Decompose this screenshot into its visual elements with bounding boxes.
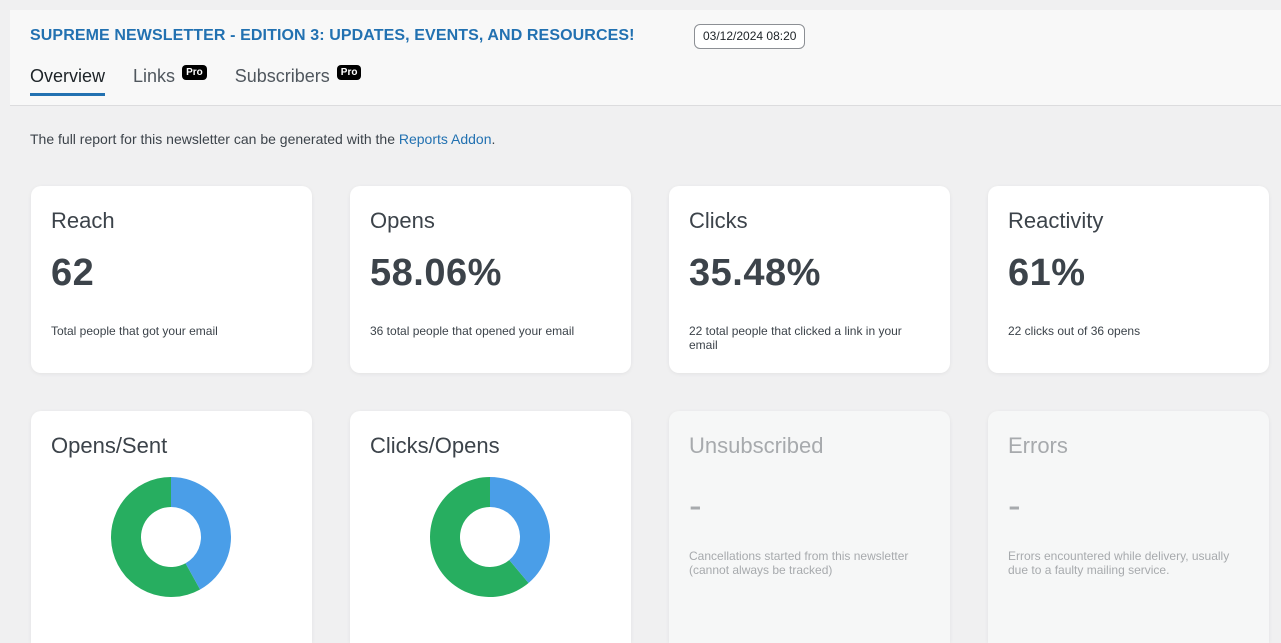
reach-value: 62 <box>51 252 95 294</box>
errors-value: - <box>1008 485 1022 527</box>
opens-sent-card: Opens/Sent <box>31 411 312 643</box>
pro-badge: Pro <box>336 65 362 80</box>
newsletter-title: SUPREME NEWSLETTER - EDITION 3: UPDATES,… <box>30 27 635 44</box>
opens-label: Opens <box>370 208 435 233</box>
unsubscribed-value: - <box>689 485 703 527</box>
reach-label: Reach <box>51 208 115 233</box>
reach-card: Reach 62 Total people that got your emai… <box>31 186 312 373</box>
opens-sent-donut <box>111 477 231 597</box>
date-badge: 03/12/2024 08:20 <box>694 24 806 49</box>
unsubscribed-card: Unsubscribed - Cancellations started fro… <box>669 411 950 643</box>
reactivity-desc: 22 clicks out of 36 opens <box>1008 324 1141 338</box>
notice-text: The full report for this newsletter can … <box>30 131 399 147</box>
tab-bar: Overview Links Pro Subscribers Pro <box>30 65 389 96</box>
reach-desc: Total people that got your email <box>51 324 218 338</box>
tab-subscribers[interactable]: Subscribers Pro <box>234 65 362 96</box>
tab-subscribers-label: Subscribers <box>234 66 330 86</box>
clicks-desc: 22 total people that clicked a link in y… <box>689 324 902 352</box>
reactivity-value: 61% <box>1008 252 1086 294</box>
opens-sent-label: Opens/Sent <box>51 433 168 458</box>
pro-badge: Pro <box>182 65 207 80</box>
clicks-opens-card: Clicks/Opens <box>350 411 631 643</box>
clicks-value: 35.48% <box>689 252 821 294</box>
clicks-label: Clicks <box>689 208 748 233</box>
reports-addon-link[interactable]: Reports Addon <box>399 131 492 147</box>
unsubscribed-desc: Cancellations started from this newslett… <box>689 549 909 577</box>
page-header: SUPREME NEWSLETTER - EDITION 3: UPDATES,… <box>10 10 1281 106</box>
reactivity-card: Reactivity 61% 22 clicks out of 36 opens <box>988 186 1269 373</box>
opens-card: Opens 58.06% 36 total people that opened… <box>350 186 631 373</box>
tab-overview[interactable]: Overview <box>30 66 106 96</box>
opens-desc: 36 total people that opened your email <box>370 324 575 338</box>
errors-desc: Errors encountered while delivery, usual… <box>1008 549 1230 577</box>
notice-suffix: . <box>491 131 496 147</box>
tab-links[interactable]: Links Pro <box>133 65 207 96</box>
opens-value: 58.06% <box>370 252 502 294</box>
errors-label: Errors <box>1008 433 1068 458</box>
tab-links-label: Links <box>133 66 176 86</box>
tab-overview-label: Overview <box>30 66 106 86</box>
clicks-opens-donut <box>430 477 550 597</box>
errors-card: Errors - Errors encountered while delive… <box>988 411 1269 643</box>
clicks-opens-label: Clicks/Opens <box>370 433 500 458</box>
reactivity-label: Reactivity <box>1008 208 1104 233</box>
unsubscribed-label: Unsubscribed <box>689 433 824 458</box>
clicks-card: Clicks 35.48% 22 total people that click… <box>669 186 950 373</box>
reports-notice: The full report for this newsletter can … <box>30 131 495 147</box>
